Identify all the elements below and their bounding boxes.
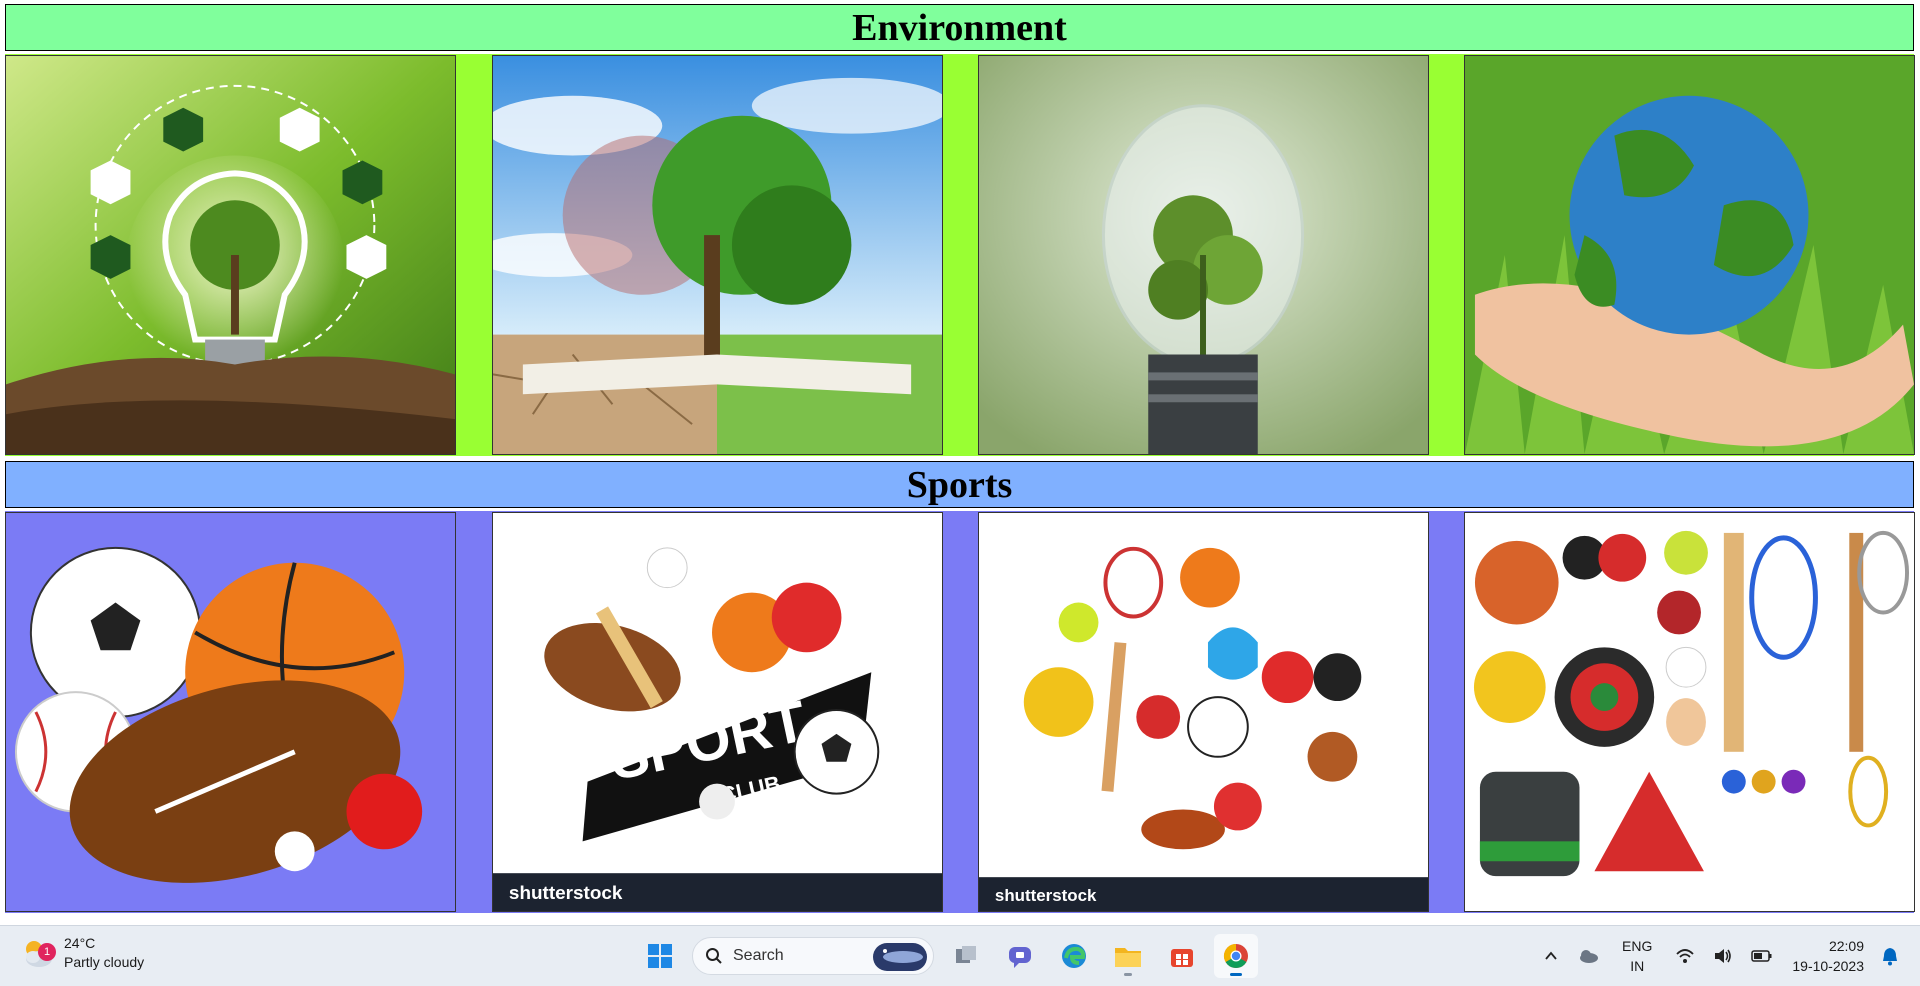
language-indicator[interactable]: ENG IN — [1622, 936, 1652, 976]
battery-icon — [1751, 950, 1772, 962]
taskbar: 1 24°C Partly cloudy Search ENG IN 22:09… — [0, 925, 1920, 986]
cloud-icon — [1580, 950, 1599, 963]
battery-button[interactable] — [1751, 949, 1773, 963]
teams-chat-button[interactable] — [998, 934, 1042, 978]
sports-balls-image — [5, 512, 456, 912]
shutterstock-watermark-2: shutterstock — [995, 886, 1097, 905]
shutterstock-watermark-1: shutterstock — [509, 883, 623, 904]
search-label: Search — [733, 947, 784, 964]
store-icon — [1171, 949, 1193, 967]
show-hidden-icons-button[interactable] — [1543, 948, 1559, 964]
environment-title: Environment — [852, 6, 1067, 49]
sports-equipment-image: shutterstock — [978, 512, 1429, 912]
partly-cloudy-icon: 1 — [20, 935, 56, 971]
network-button[interactable] — [1675, 947, 1695, 965]
taskbar-center: Search — [638, 934, 1258, 978]
task-view-icon — [956, 946, 976, 963]
search-highlight-image — [873, 943, 927, 971]
sports-gear-grid-image — [1464, 512, 1915, 912]
wifi-icon — [1676, 949, 1695, 963]
weather-notification-badge: 1 — [38, 943, 56, 961]
sports-image-row: SPORT CLUB shutterstock shutterstock — [5, 511, 1915, 913]
volume-button[interactable] — [1713, 947, 1733, 965]
clock-date: 19-10-2023 — [1792, 958, 1864, 974]
language-region: IN — [1630, 958, 1645, 974]
active-indicator — [1230, 973, 1242, 976]
system-tray: ENG IN 22:09 19-10-2023 — [1534, 926, 1908, 986]
folder-icon — [1115, 948, 1141, 967]
chevron-up-icon — [1545, 951, 1557, 960]
tree-book-image — [492, 55, 943, 455]
taskbar-search[interactable]: Search — [692, 937, 934, 975]
environment-image-row — [5, 54, 1915, 456]
notifications-button[interactable] — [1881, 946, 1899, 966]
language-code: ENG — [1622, 938, 1653, 954]
clock-time: 22:09 — [1828, 938, 1864, 954]
file-explorer-button[interactable] — [1106, 934, 1150, 978]
sports-title: Sports — [906, 463, 1013, 506]
eco-bulb-image — [5, 55, 456, 455]
running-indicator — [1124, 973, 1132, 976]
sports-heading: Sports — [5, 461, 1914, 508]
task-view-button[interactable] — [944, 934, 988, 978]
edge-button[interactable] — [1052, 934, 1096, 978]
edge-icon — [1062, 944, 1086, 968]
windows-icon — [648, 944, 672, 968]
weather-condition: Partly cloudy — [64, 954, 145, 970]
search-icon — [706, 948, 722, 964]
environment-heading: Environment — [5, 4, 1914, 51]
onedrive-button[interactable] — [1577, 948, 1599, 964]
plant-in-bulb-image — [978, 55, 1429, 455]
chat-icon — [1009, 947, 1031, 968]
speaker-icon — [1715, 949, 1732, 963]
sport-club-image: SPORT CLUB shutterstock — [492, 512, 943, 912]
clock[interactable]: 22:09 19-10-2023 — [1792, 936, 1864, 976]
weather-temperature: 24°C — [64, 935, 96, 951]
start-button[interactable] — [638, 934, 682, 978]
store-button[interactable] — [1160, 934, 1204, 978]
earth-in-hand-image — [1464, 55, 1915, 455]
chrome-icon — [1223, 944, 1248, 969]
weather-widget[interactable]: 1 24°C Partly cloudy — [20, 934, 144, 972]
chrome-button[interactable] — [1214, 934, 1258, 978]
bell-icon — [1883, 948, 1897, 966]
